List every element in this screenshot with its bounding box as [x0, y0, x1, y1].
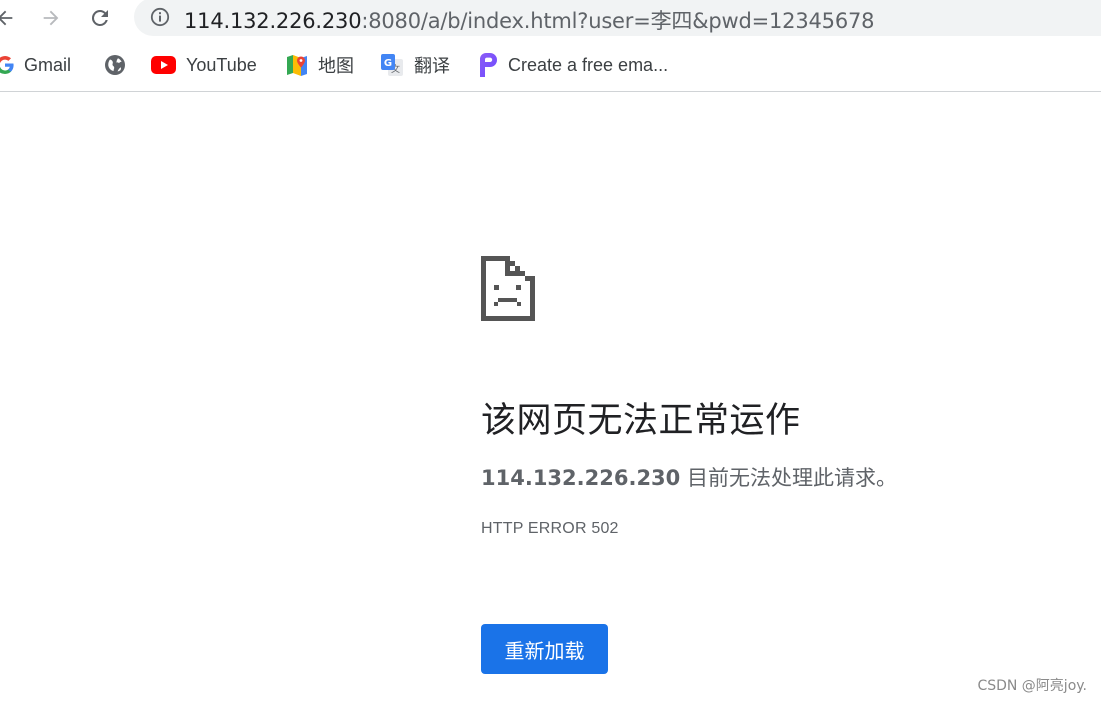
url-path: :8080/a/b/index.html?user=李四&pwd=1234567…: [361, 9, 875, 33]
bookmark-label: Gmail: [24, 54, 72, 75]
error-description-text: 目前无法处理此请求。: [680, 466, 897, 490]
error-code: HTTP ERROR 502: [481, 520, 619, 537]
arrow-left-icon: [0, 10, 13, 26]
browser-toolbar: 114.132.226.230:8080/a/b/index.html?user…: [0, 0, 1101, 36]
globe-icon: [105, 55, 125, 75]
bookmark-label: 翻译: [414, 56, 450, 76]
address-bar[interactable]: 114.132.226.230:8080/a/b/index.html?user…: [134, 0, 1101, 36]
google-g-icon: [0, 56, 14, 74]
bookmark-maps[interactable]: 地图: [286, 52, 354, 78]
maps-icon: [287, 55, 307, 76]
reload-button[interactable]: 重新加载: [481, 624, 608, 674]
watermark: CSDN @阿亮joy.: [977, 678, 1087, 694]
back-button[interactable]: [0, 3, 20, 33]
toolbar-divider: [0, 91, 1101, 92]
bookmark-label: YouTube: [186, 54, 257, 75]
url-host: 114.132.226.230: [184, 9, 362, 33]
error-title: 该网页无法正常运作: [481, 401, 801, 441]
url-text[interactable]: 114.132.226.230:8080/a/b/index.html?user…: [184, 5, 875, 35]
forward-button[interactable]: [36, 3, 66, 33]
bookmark-label: Create a free ema...: [508, 54, 669, 75]
error-host: 114.132.226.230: [481, 466, 681, 490]
reload-icon: [91, 9, 108, 26]
proton-p-icon: [480, 53, 497, 77]
arrow-right-icon: [43, 10, 59, 26]
reload-toolbar-button[interactable]: [85, 3, 115, 33]
info-icon[interactable]: [150, 7, 170, 27]
error-description: 114.132.226.230 目前无法处理此请求。: [481, 462, 897, 492]
bookmark-create-email[interactable]: Create a free ema...: [478, 52, 668, 78]
bookmark-label: 地图: [318, 56, 354, 76]
sad-document-icon: [481, 256, 535, 321]
youtube-icon: [151, 56, 176, 74]
translate-icon: 文 G: [381, 54, 403, 76]
bookmark-globe[interactable]: [104, 52, 136, 78]
bookmark-gmail[interactable]: Gmail: [0, 52, 71, 78]
bookmark-translate[interactable]: 文 G 翻译: [380, 52, 450, 78]
bookmarks-bar: Gmail YouTube 地图 文 G 翻译 Create a free em…: [0, 44, 1101, 88]
bookmark-youtube[interactable]: YouTube: [151, 52, 257, 78]
svg-text:G: G: [384, 58, 392, 69]
